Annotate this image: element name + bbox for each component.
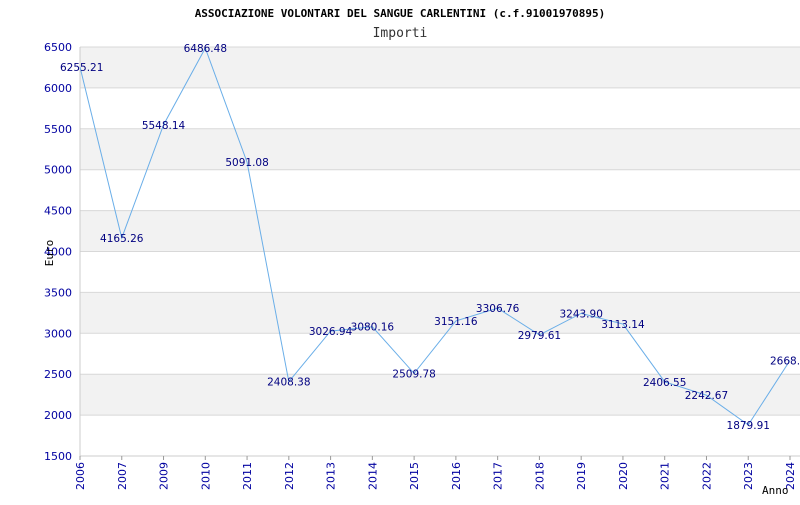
- data-label: 2408.38: [267, 377, 310, 389]
- y-tick-label: 2500: [44, 368, 72, 381]
- data-label: 3306.76: [476, 303, 520, 315]
- x-tick-label: 2013: [325, 462, 338, 490]
- chart-subtitle: Importi: [373, 26, 428, 41]
- data-label: 2979.61: [518, 330, 561, 342]
- y-tick-label: 4500: [44, 205, 72, 218]
- x-tick-label: 2018: [533, 462, 546, 490]
- data-label: 6486.48: [184, 43, 227, 55]
- data-label: 3080.16: [351, 322, 395, 334]
- x-tick-label: 2020: [617, 462, 630, 490]
- y-axis-label: Euro: [43, 240, 56, 267]
- y-tick-label: 5000: [44, 164, 72, 177]
- data-label: 1879.91: [727, 420, 770, 432]
- x-tick-label: 2010: [199, 462, 212, 490]
- x-axis-label: Anno: [762, 484, 789, 497]
- data-label: 5091.08: [225, 157, 268, 169]
- y-tick-label: 2000: [44, 409, 72, 422]
- x-tick-label: 2011: [241, 462, 254, 490]
- x-tick-label: 2017: [492, 462, 505, 490]
- y-tick-label: 5500: [44, 123, 72, 136]
- chart-container: 1500 2000 2500 3000 3500 4000 4500 5000 5500 6000…: [0, 0, 800, 500]
- x-tick-label: 2015: [408, 462, 421, 490]
- chart-title: ASSOCIAZIONE VOLONTARI DEL SANGUE CARLEN…: [195, 7, 606, 20]
- data-label: 2668.7: [770, 355, 800, 367]
- line-chart: 1500200025003000350040004500500055006000…: [43, 7, 800, 497]
- x-tick-label: 2016: [450, 462, 463, 490]
- data-label: 2242.67: [685, 390, 728, 402]
- grid-bands: [80, 47, 800, 416]
- x-tick-label: 2007: [116, 462, 129, 490]
- grid-band: [80, 210, 800, 252]
- data-label: 2509.78: [392, 368, 435, 380]
- x-tick-label: 2021: [659, 462, 672, 490]
- data-label: 3243.90: [559, 308, 602, 320]
- y-tick-label: 1500: [44, 450, 72, 463]
- y-tick-label: 6500: [44, 41, 72, 54]
- data-label: 3026.94: [309, 326, 353, 338]
- x-tick-label: 2014: [366, 462, 379, 490]
- data-label: 5548.14: [142, 120, 186, 132]
- y-tick-label: 6000: [44, 82, 72, 95]
- x-tick-label: 2022: [700, 462, 713, 490]
- x-tick-label: 2019: [575, 462, 588, 490]
- grid-band: [80, 128, 800, 170]
- x-axis-ticks: 2006 2007 2009 2010 2011 2012 2013 2014 2015 2016…: [74, 456, 797, 490]
- y-tick-label: 3500: [44, 286, 72, 299]
- data-label: 2406.55: [643, 377, 686, 389]
- x-tick-label: 2023: [742, 462, 755, 490]
- x-tick-label: 2009: [158, 462, 171, 490]
- data-label: 3113.14: [601, 319, 645, 331]
- data-label: 4165.26: [100, 233, 144, 245]
- data-label: 3151.16: [434, 316, 478, 328]
- y-tick-label: 3000: [44, 327, 72, 340]
- x-tick-label: 2012: [283, 462, 296, 490]
- x-tick-label: 2006: [74, 462, 87, 490]
- data-label: 6255.21: [60, 62, 103, 74]
